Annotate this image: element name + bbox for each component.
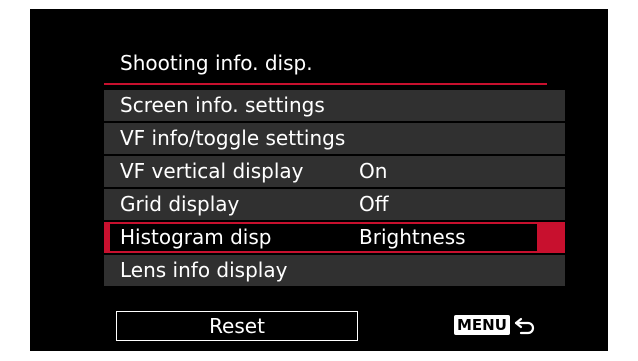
menu-item-label: Histogram disp [120,225,272,249]
camera-lcd-screen: Shooting info. disp. Screen info. settin… [30,9,608,351]
menu-item-screen-info-settings[interactable]: Screen info. settings [104,90,565,121]
menu-item-label: Screen info. settings [120,93,325,117]
menu-item-label: Lens info display [120,258,288,282]
menu-item-value: On [359,159,388,183]
reset-button[interactable]: Reset [116,311,358,341]
menu-key-badge: MENU [454,315,510,335]
return-arrow-icon [514,317,534,335]
menu-item-grid-display[interactable]: Grid display Off [104,189,565,220]
page-title: Shooting info. disp. [120,51,313,75]
menu-item-vf-info-toggle-settings[interactable]: VF info/toggle settings [104,123,565,154]
menu-item-label: Grid display [120,192,240,216]
menu-item-vf-vertical-display[interactable]: VF vertical display On [104,156,565,187]
camera-frame: Shooting info. disp. Screen info. settin… [0,0,638,361]
menu-item-label: VF vertical display [120,159,304,183]
menu-item-lens-info-display[interactable]: Lens info display [104,255,565,286]
menu-item-value: Off [359,192,389,216]
menu-item-histogram-disp[interactable]: Histogram disp Brightness [104,222,565,253]
menu-item-label: VF info/toggle settings [120,126,346,150]
settings-menu: Screen info. settings VF info/toggle set… [104,90,565,288]
menu-item-value: Brightness [359,225,466,249]
title-divider [104,83,547,85]
menu-back-button[interactable]: MENU [454,315,537,335]
